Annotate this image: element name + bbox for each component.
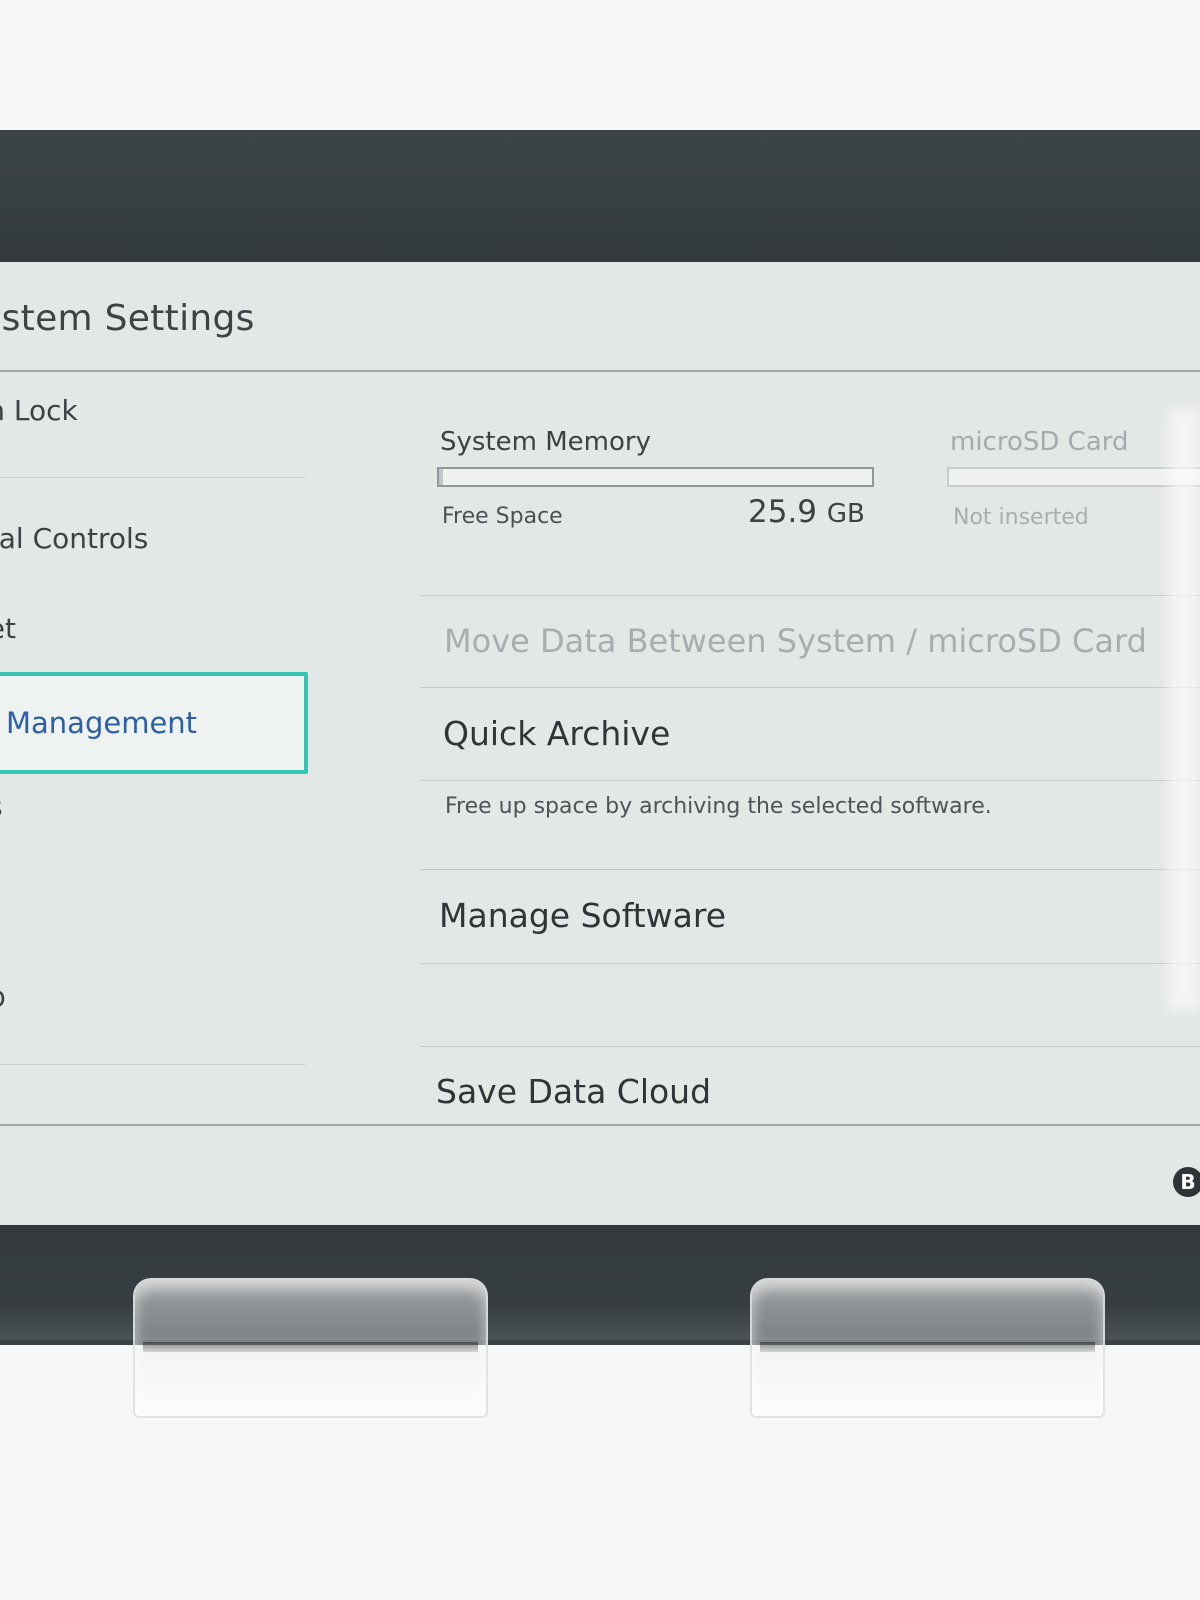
content-divider: [420, 595, 1200, 596]
stand-seam: [760, 1342, 1095, 1352]
sidebar: en Lock ntal Controls net Management s p: [0, 372, 320, 1092]
content-divider: [420, 963, 1200, 964]
microsd-title: microSD Card: [950, 427, 1129, 457]
content-divider: [420, 1046, 1200, 1047]
free-space-label: Free Space: [442, 504, 563, 529]
stand-seam: [143, 1342, 478, 1352]
sidebar-item-partial[interactable]: p: [0, 980, 6, 1013]
sidebar-item-label: Management: [6, 706, 198, 740]
content-divider: [420, 869, 1200, 870]
move-data-item[interactable]: Move Data Between System / microSD Card: [444, 622, 1147, 660]
sidebar-divider: [0, 1064, 305, 1065]
screen-glare: [1168, 410, 1200, 1010]
sidebar-item-data-management[interactable]: Management: [0, 672, 308, 774]
photo-scene: ystem Settings en Lock ntal Controls net…: [0, 0, 1200, 1600]
acrylic-stand-right: [750, 1278, 1105, 1418]
free-space-number: 25.9: [748, 494, 818, 530]
sidebar-item-parental-controls[interactable]: ntal Controls: [0, 522, 148, 555]
sidebar-item-internet[interactable]: net: [0, 612, 16, 645]
sidebar-item-screen-lock[interactable]: en Lock: [0, 394, 78, 427]
system-memory-bar-fill: [439, 469, 444, 485]
page-title: ystem Settings: [0, 298, 255, 339]
system-memory-panel: System Memory: [440, 427, 651, 457]
console-screen: ystem Settings en Lock ntal Controls net…: [0, 262, 1200, 1225]
quick-archive-item[interactable]: Quick Archive: [443, 714, 670, 753]
quick-archive-description: Free up space by archiving the selected …: [445, 794, 992, 819]
back-button[interactable]: B: [1173, 1167, 1200, 1197]
microsd-status: Not inserted: [953, 505, 1089, 530]
content-divider: [420, 780, 1200, 781]
manage-software-item[interactable]: Manage Software: [439, 896, 726, 935]
sidebar-item-users[interactable]: s: [0, 790, 3, 823]
footer-divider: [0, 1124, 1200, 1126]
system-memory-bar: [437, 467, 874, 487]
microsd-panel: microSD Card: [950, 427, 1128, 457]
free-space-value: 25.9 GB: [748, 494, 865, 530]
acrylic-stand-left: [133, 1278, 488, 1418]
sidebar-divider: [0, 477, 305, 478]
save-data-cloud-item[interactable]: Save Data Cloud: [436, 1072, 711, 1111]
microsd-bar: [947, 467, 1200, 487]
system-memory-title: System Memory: [440, 427, 651, 457]
free-space-unit: GB: [826, 499, 865, 529]
content-divider: [420, 687, 1200, 688]
